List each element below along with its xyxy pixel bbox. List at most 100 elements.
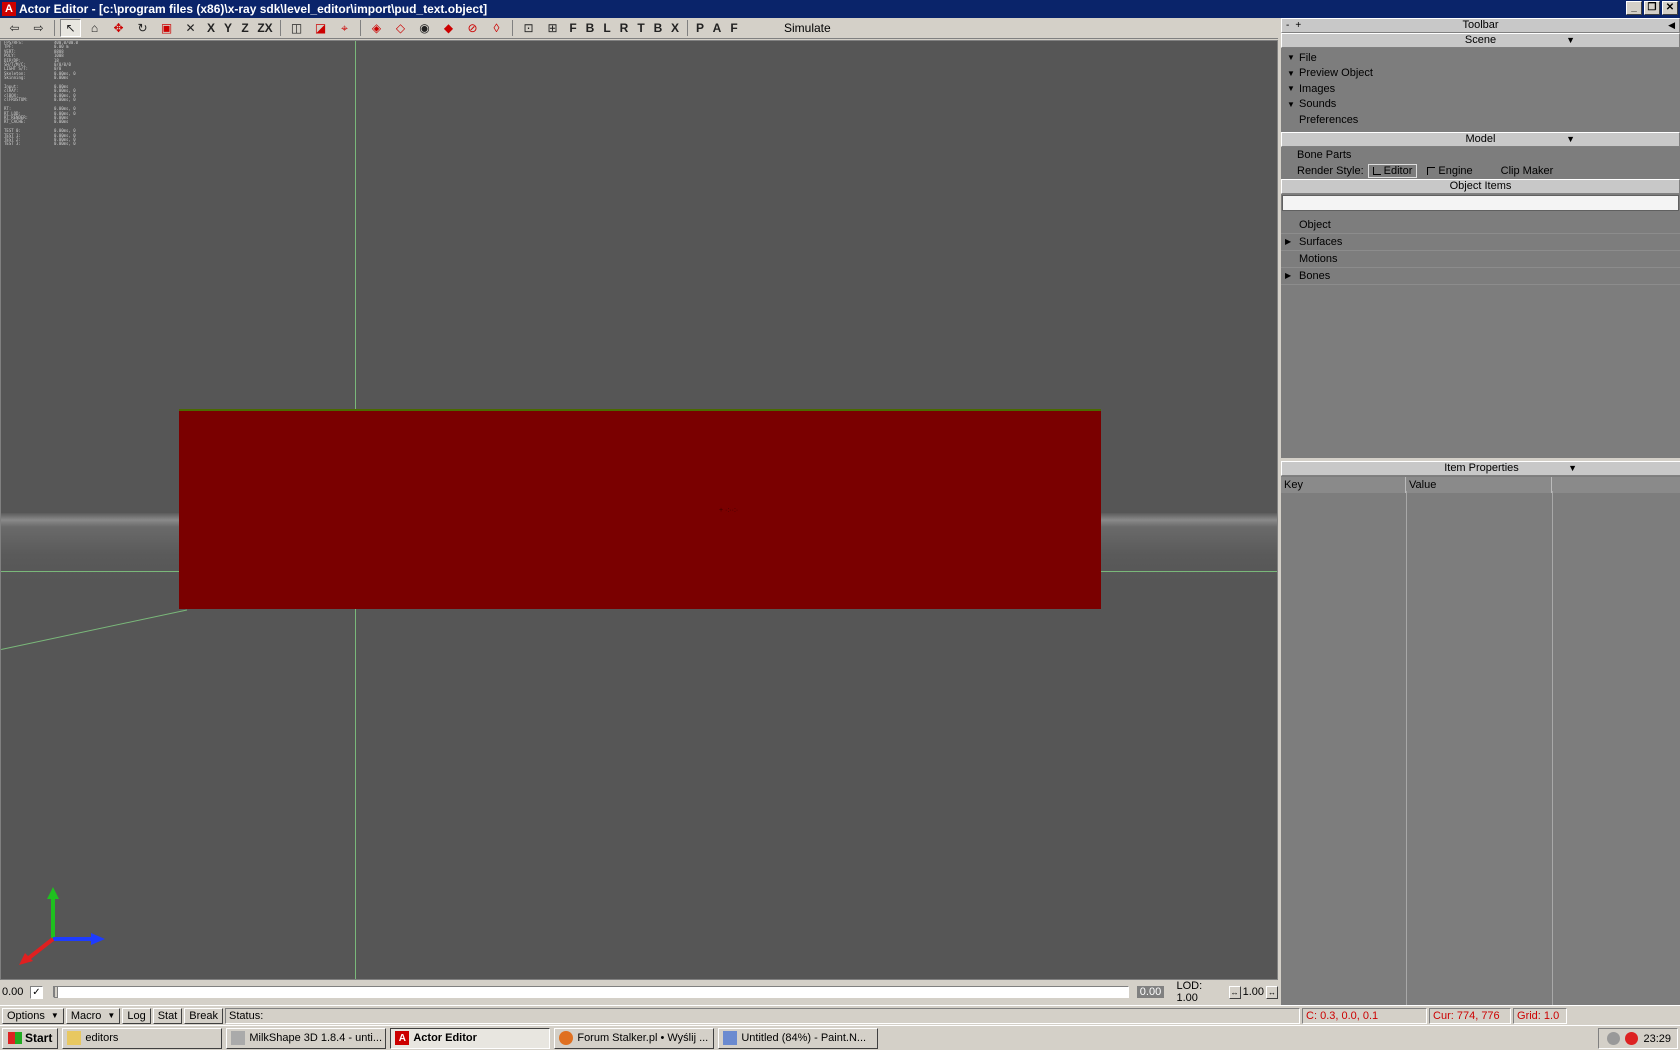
- rotate-icon[interactable]: ↻: [132, 19, 153, 37]
- taskbar-item-actor-editor[interactable]: A Actor Editor: [390, 1027, 551, 1049]
- viewport-3d[interactable]: FPS/RFS: 400.0/00.0 TPF: 0.00 m VERT: 8888 POL…: [0, 40, 1278, 980]
- snap-angle-icon[interactable]: ◈: [366, 19, 387, 37]
- log-button[interactable]: Log: [122, 1007, 151, 1024]
- snap-scale-icon[interactable]: ◆: [438, 19, 459, 37]
- view-left-button[interactable]: L: [600, 19, 614, 37]
- bone-parts-button[interactable]: Bone Parts: [1281, 148, 1680, 164]
- render-style-label: Render Style:: [1297, 164, 1364, 177]
- axis-lock-icon[interactable]: ✕: [180, 19, 201, 37]
- axis-x-button[interactable]: X: [204, 19, 218, 37]
- model-panel-header[interactable]: Model ▼: [1281, 131, 1680, 147]
- item-properties-header[interactable]: Item Properties ▼: [1281, 461, 1680, 476]
- stat-value: 0.00ms, 0: [54, 97, 76, 103]
- axis-z-button[interactable]: Z: [238, 19, 252, 37]
- toolbar-panel-header[interactable]: -+ Toolbar ◀: [1281, 18, 1680, 33]
- object-item-label: Object: [1299, 218, 1331, 231]
- timeline-start-value[interactable]: 0.00: [2, 986, 26, 998]
- zoom-selected-icon[interactable]: ⊞: [542, 19, 563, 37]
- model-mesh[interactable]: + ·:··:·: [179, 409, 1101, 609]
- snap-grid-icon[interactable]: ◪: [310, 19, 331, 37]
- scene-item-file[interactable]: ▼ File: [1287, 50, 1680, 66]
- axis-y-button[interactable]: Y: [221, 19, 235, 37]
- redo-icon[interactable]: ⇨: [28, 19, 49, 37]
- select-icon[interactable]: ↖: [60, 19, 81, 37]
- window-title: Actor Editor - [c:\program files (x86)\x…: [19, 2, 488, 16]
- snap-surface-icon[interactable]: ◊: [486, 19, 507, 37]
- object-item-bones[interactable]: ▶ Bones: [1281, 268, 1680, 285]
- view-top-button[interactable]: T: [634, 19, 648, 37]
- lod-value[interactable]: 1.00: [1243, 986, 1264, 998]
- taskbar-item-label: Untitled (84%) - Paint.N...: [741, 1032, 867, 1044]
- chevron-right-icon[interactable]: ▶: [1285, 237, 1299, 246]
- snap-object-icon[interactable]: ◫: [286, 19, 307, 37]
- options-label: Options: [7, 1009, 45, 1022]
- camera-arcball-button[interactable]: A: [710, 19, 724, 37]
- chevron-left-icon[interactable]: ◀: [1668, 19, 1675, 32]
- view-back-button[interactable]: B: [583, 19, 597, 37]
- lod-spin-icon[interactable]: ↔: [1266, 985, 1279, 999]
- move-icon[interactable]: ✥: [108, 19, 129, 37]
- taskbar-item-paint[interactable]: Untitled (84%) - Paint.N...: [718, 1027, 879, 1049]
- object-items-filter[interactable]: [1282, 194, 1679, 211]
- camera-fly-button[interactable]: F: [727, 19, 741, 37]
- properties-grid[interactable]: [1281, 491, 1680, 1005]
- scene-item-sounds[interactable]: ▼ Sounds: [1287, 97, 1680, 113]
- taskbar-item-label: Actor Editor: [413, 1032, 477, 1044]
- timeline-checkbox[interactable]: ✓: [29, 985, 43, 999]
- windows-logo-icon: [8, 1032, 22, 1044]
- view-bottom-button[interactable]: B: [651, 19, 665, 37]
- close-button[interactable]: ✕: [1662, 1, 1678, 15]
- scene-panel-header[interactable]: Scene ▼: [1281, 33, 1680, 48]
- stat-button[interactable]: Stat: [152, 1007, 183, 1024]
- chevron-right-icon[interactable]: ▶: [1285, 271, 1299, 280]
- break-button[interactable]: Break: [184, 1007, 224, 1024]
- scene-item-images[interactable]: ▼ Images: [1287, 81, 1680, 97]
- view-right-button[interactable]: R: [617, 19, 631, 37]
- chevron-down-icon: ▼: [107, 1011, 116, 1020]
- render-editor-radio[interactable]: Editor: [1367, 163, 1418, 178]
- snap-move-icon[interactable]: ◇: [390, 19, 411, 37]
- camera-plane-button[interactable]: P: [693, 19, 707, 37]
- title-bar: A Actor Editor - [c:\program files (x86)…: [0, 0, 1680, 18]
- antivirus-icon[interactable]: [1625, 1032, 1639, 1045]
- timeline-slider-thumb[interactable]: [53, 986, 58, 998]
- scene-item-preferences[interactable]: Preferences: [1287, 112, 1680, 128]
- lod-spin-icon[interactable]: ↔: [1228, 985, 1241, 999]
- taskbar-item-milkshape[interactable]: MilkShape 3D 1.8.4 - unti...: [226, 1027, 387, 1049]
- timeline-slider[interactable]: [52, 986, 1129, 998]
- panel-pin-icon[interactable]: -+: [1286, 19, 1307, 32]
- zoom-extents-icon[interactable]: ⊡: [518, 19, 539, 37]
- scene-item-preview-object[interactable]: ▼ Preview Object: [1287, 66, 1680, 82]
- macro-button[interactable]: Macro ▼: [65, 1007, 121, 1024]
- view-front-button[interactable]: F: [566, 19, 580, 37]
- object-item-label: Surfaces: [1299, 235, 1343, 248]
- restore-button[interactable]: ❐: [1644, 1, 1660, 15]
- network-icon[interactable]: [1607, 1032, 1621, 1045]
- taskbar-item-firefox[interactable]: Forum Stalker.pl • Wyślij ...: [554, 1027, 715, 1049]
- minimize-button[interactable]: _: [1626, 1, 1642, 15]
- scale-icon[interactable]: ▣: [156, 19, 177, 37]
- options-button[interactable]: Options ▼: [2, 1007, 64, 1024]
- start-label: Start: [25, 1031, 53, 1045]
- object-item-motions[interactable]: Motions: [1281, 251, 1680, 268]
- taskbar-item-editors[interactable]: editors: [62, 1027, 223, 1049]
- taskbar-item-label: MilkShape 3D 1.8.4 - unti...: [249, 1032, 383, 1044]
- render-style-row: Render Style: Editor Engine Clip Maker: [1281, 163, 1680, 179]
- chevron-down-icon: ▼: [1566, 133, 1575, 144]
- snap-rotate-icon[interactable]: ◉: [414, 19, 435, 37]
- start-button[interactable]: Start: [2, 1027, 59, 1049]
- add-icon[interactable]: ⌂: [84, 19, 105, 37]
- object-item-surfaces[interactable]: ▶ Surfaces: [1281, 234, 1680, 251]
- clip-maker-button[interactable]: Clip Maker: [1501, 165, 1554, 177]
- snap-vertex-icon[interactable]: ⌖: [334, 19, 355, 37]
- simulate-button[interactable]: Simulate: [784, 21, 831, 35]
- undo-icon[interactable]: ⇦: [4, 19, 25, 37]
- axis-zx-button[interactable]: ZX: [255, 19, 275, 37]
- status-label: Status:: [229, 1009, 264, 1022]
- snap-normal-icon[interactable]: ⊘: [462, 19, 483, 37]
- view-reset-button[interactable]: X: [668, 19, 682, 37]
- render-engine-radio[interactable]: Engine: [1427, 165, 1473, 177]
- render-editor-label: Editor: [1383, 164, 1413, 177]
- status-bar: Options ▼ Macro ▼ Log Stat Break Status:…: [0, 1005, 1680, 1025]
- object-item-object[interactable]: Object: [1281, 217, 1680, 234]
